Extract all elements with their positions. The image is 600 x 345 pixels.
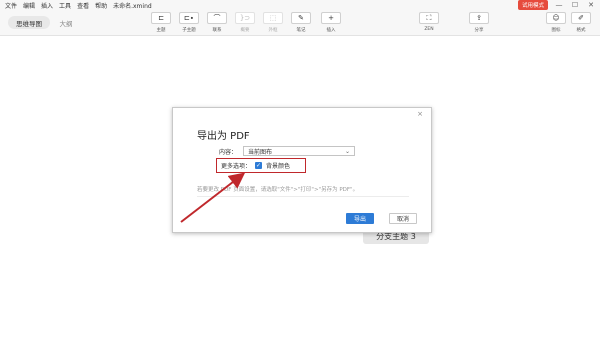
marker-icon: ☺ [546,12,566,24]
dialog-title: 导出为 PDF [197,131,250,142]
menu-help[interactable]: 帮助 [95,1,107,10]
window-controls: 试用模式 — ☐ ✕ [517,0,600,10]
export-pdf-dialog: × 导出为 PDF 内容： 当前图布 ⌄ 更多选项： ✓ 背景颜色 若要更改 P… [172,107,432,233]
menu-file[interactable]: 文件 [5,1,17,10]
share-label: 分享 [474,28,484,33]
tab-outline[interactable]: 大纲 [54,16,78,29]
window-filename: 未命名.xmind [113,2,152,10]
note-label: 笔记 [296,28,306,33]
content-select[interactable]: 当前图布 ⌄ [243,146,355,156]
menu-insert[interactable]: 插入 [41,1,53,10]
maximize-button[interactable]: ☐ [570,1,580,9]
insert-button[interactable]: + 插入 [320,12,342,33]
chevron-down-icon: ⌄ [344,147,350,155]
background-color-checkbox[interactable]: ✓ [255,162,263,169]
topic-button[interactable]: ⊏ 主题 [150,12,172,33]
format-label: 格式 [576,28,586,33]
content-row: 内容： 当前图布 ⌄ [217,146,355,156]
relationship-label: 联系 [212,28,222,33]
note-icon: ✎ [291,12,311,24]
format-icon: ✐ [571,12,591,24]
subtopic-icon: ⊏∙ [179,12,199,24]
note-button[interactable]: ✎ 笔记 [290,12,312,33]
subtopic-label: 子主题 [182,28,196,33]
summary-icon: }⊃ [235,12,255,24]
relationship-icon: ⌒ [207,12,227,24]
marker-label: 图标 [551,28,561,33]
more-options-label: 更多选项： [221,163,252,170]
share-button[interactable]: ⇪ 分享 [468,12,490,33]
minimize-button[interactable]: — [554,1,564,9]
divider [197,196,409,197]
relationship-button[interactable]: ⌒ 联系 [206,12,228,33]
boundary-button[interactable]: ⬚ 外框 [262,12,284,33]
trial-badge[interactable]: 试用模式 [517,0,548,10]
export-button[interactable]: 导出 [346,213,374,224]
zen-label: ZEN [424,27,434,32]
content-select-value: 当前图布 [248,148,273,156]
insert-icon: + [321,12,341,24]
boundary-label: 外框 [268,28,278,33]
toolbar: 思维导图 大纲 ⊏ 主题 ⊏∙ 子主题 ⌒ 联系 }⊃ 概要 ⬚ 外框 ✎ 笔记… [0,10,600,36]
content-label: 内容： [218,148,237,156]
zen-icon: ⛶ [419,12,439,24]
cancel-button[interactable]: 取消 [389,213,417,224]
topic-label: 主题 [156,28,166,33]
summary-label: 概要 [240,28,250,33]
menu-bar: 文件 编辑 插入 工具 查看 帮助 未命名.xmind [0,0,600,10]
share-icon: ⇪ [469,12,489,24]
insert-label: 插入 [326,28,336,33]
menu-tools[interactable]: 工具 [59,1,71,10]
close-window-button[interactable]: ✕ [586,1,596,9]
subtopic-button[interactable]: ⊏∙ 子主题 [178,12,200,33]
format-button[interactable]: ✐ 格式 [570,12,592,33]
tab-mindmap[interactable]: 思维导图 [8,16,50,29]
summary-button[interactable]: }⊃ 概要 [234,12,256,33]
menu-edit[interactable]: 编辑 [23,1,35,10]
boundary-icon: ⬚ [263,12,283,24]
topic-icon: ⊏ [151,12,171,24]
close-icon[interactable]: × [417,110,423,118]
zen-button[interactable]: ⛶ ZEN [418,12,440,32]
pdf-settings-hint: 若要更改 PDF 页面设置，请选取"文件">"打印">"另存为 PDF"。 [197,187,359,193]
background-color-label[interactable]: 背景颜色 [266,161,290,170]
marker-button[interactable]: ☺ 图标 [545,12,567,33]
menu-view[interactable]: 查看 [77,1,89,10]
more-options-highlight: 更多选项： ✓ 背景颜色 [216,158,306,173]
